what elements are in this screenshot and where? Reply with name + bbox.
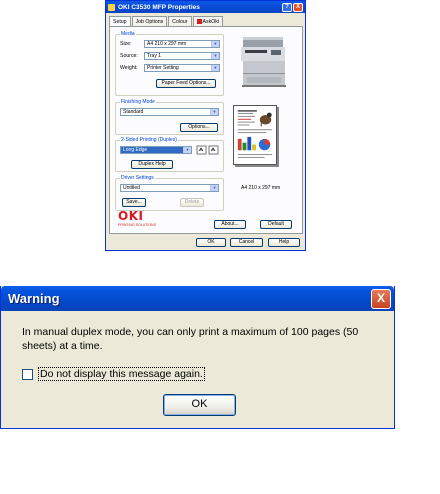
finishing-group-label: Finishing Mode [120,99,156,105]
duplex-help-button[interactable]: Duplex Help [131,160,173,169]
ok-button[interactable]: OK [196,238,226,247]
warning-message: In manual duplex mode, you can only prin… [22,326,359,352]
tab-colour[interactable]: Colour [168,16,192,26]
duplex-group-label: 2-Sided Printing (Duplex) [120,137,178,143]
driver-select[interactable]: Untitled ▼ [120,184,219,192]
help-button[interactable]: Help [268,238,300,247]
default-button[interactable]: Default [260,220,292,229]
properties-titlebar: OKI C3530 MFP Properties ? X [106,1,305,13]
properties-window: OKI C3530 MFP Properties ? X Setup Job O… [105,0,306,251]
dont-show-again-label[interactable]: Do not display this message again. [38,367,205,381]
driver-group-label: Driver Settings [120,175,155,181]
chevron-down-icon[interactable]: ▼ [183,147,191,153]
chevron-down-icon[interactable]: ▼ [211,41,219,47]
duplex-group: 2-Sided Printing (Duplex) Long Edge ▼ Du… [115,137,224,172]
paper-size-label: A4 210 x 297 mm [241,185,281,191]
warning-title: Warning [8,291,60,306]
chevron-down-icon[interactable]: ▼ [211,65,219,71]
source-select[interactable]: Tray 1 ▼ [144,52,220,60]
oki-logo: OKI [118,209,144,223]
about-button[interactable]: About... [214,220,246,229]
duplex-select-value: Long Edge [123,147,148,153]
finishing-group: Finishing Mode Standard ▼ Options... [115,99,224,135]
delete-settings-button[interactable]: Delete [180,198,204,207]
close-icon[interactable]: X [371,288,391,309]
size-label: Size: [120,41,132,47]
printer-image [241,37,286,87]
driver-select-value: Untitled [123,185,140,191]
tab-askoki[interactable]: AskOki [192,16,223,26]
source-label: Source: [120,53,138,59]
warning-dialog: Warning X In manual duplex mode, you can… [0,286,395,429]
warning-titlebar: Warning X [1,286,394,311]
chevron-down-icon[interactable]: ▼ [210,109,218,115]
chevron-down-icon[interactable]: ▼ [210,185,218,191]
duplex-select[interactable]: Long Edge ▼ [120,146,192,154]
page-preview [233,105,277,165]
printer-app-icon [108,3,115,11]
title-close-button[interactable]: X [293,2,303,12]
tab-askoki-label: AskOki [202,19,219,25]
media-group-label: Media [120,31,136,37]
size-select[interactable]: A4 210 x 297 mm ▼ [144,40,220,48]
finishing-select-value: Standard [123,109,144,115]
duplex-page-icon [196,145,219,155]
save-settings-button[interactable]: Save... [122,198,146,207]
source-select-value: Tray 1 [147,53,161,59]
weight-select[interactable]: Printer Setting ▼ [144,64,220,72]
dont-show-again-checkbox[interactable] [22,369,33,380]
setup-panel: Media Size: A4 210 x 297 mm ▼ Source: Tr… [109,26,303,234]
finishing-select[interactable]: Standard ▼ [120,108,219,116]
weight-select-value: Printer Setting [147,65,179,71]
askoki-icon [196,19,202,24]
preview-document-image [237,110,273,158]
title-help-button[interactable]: ? [282,2,292,12]
tab-job-options[interactable]: Job Options [131,16,168,26]
paper-feed-options-button[interactable]: Paper Feed Options... [156,79,216,88]
oki-tagline: PRINTING SOLUTIONS [118,223,156,227]
properties-title: OKI C3530 MFP Properties [118,3,200,11]
weight-label: Weight: [120,65,138,71]
warning-ok-button[interactable]: OK [163,394,236,416]
finishing-options-button[interactable]: Options... [180,123,218,132]
driver-settings-group: Driver Settings Untitled ▼ Save... Delet… [115,175,224,211]
size-select-value: A4 210 x 297 mm [147,41,187,47]
media-group: Media Size: A4 210 x 297 mm ▼ Source: Tr… [115,31,224,96]
chevron-down-icon[interactable]: ▼ [211,53,219,59]
cancel-button[interactable]: Cancel [230,238,263,247]
